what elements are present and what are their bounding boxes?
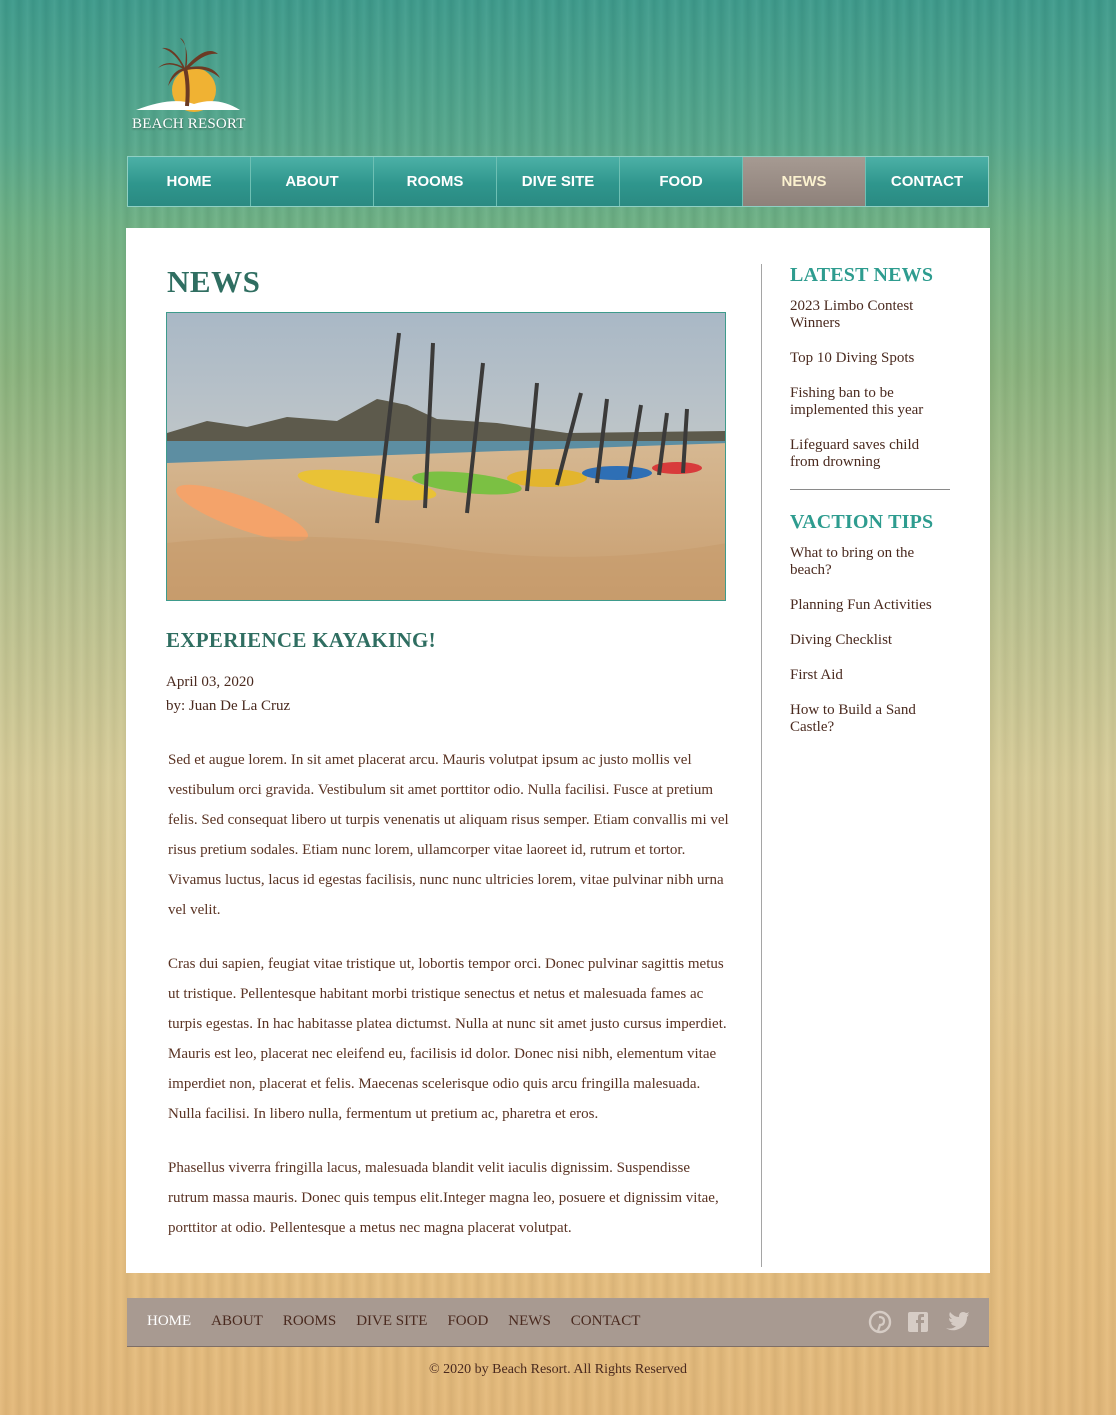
article-meta: April 03, 2020 by: Juan De La Cruz bbox=[166, 670, 290, 718]
page-title: NEWS bbox=[167, 264, 261, 299]
article-image-kayaks bbox=[166, 312, 726, 601]
footer-nav: HOME ABOUT ROOMS DIVE SITE FOOD NEWS CON… bbox=[147, 1313, 640, 1330]
sidebar: LATEST NEWS 2023 Limbo Contest Winners T… bbox=[790, 264, 950, 754]
nav-item-food[interactable]: FOOD bbox=[620, 157, 743, 206]
nav-item-about[interactable]: ABOUT bbox=[251, 157, 374, 206]
social-links bbox=[868, 1310, 969, 1334]
content-panel: NEWS EXPERIENCE KAYAKING! April 03, 2020… bbox=[126, 228, 990, 1273]
nav-item-rooms[interactable]: ROOMS bbox=[374, 157, 497, 206]
latest-news-link[interactable]: Fishing ban to be implemented this year bbox=[790, 385, 950, 419]
article-paragraph: Cras dui sapien, feugiat vitae tristique… bbox=[168, 956, 727, 1122]
article-date: April 03, 2020 bbox=[166, 674, 254, 690]
article-paragraph: Sed et augue lorem. In sit amet placerat… bbox=[168, 752, 729, 918]
pinterest-icon[interactable] bbox=[868, 1310, 892, 1334]
latest-news-link[interactable]: Lifeguard saves child from drowning bbox=[790, 437, 950, 471]
nav-item-home[interactable]: HOME bbox=[128, 157, 251, 206]
article-author: by: Juan De La Cruz bbox=[166, 698, 291, 714]
logo-text: BEACH RESORT bbox=[132, 116, 246, 132]
vacation-tips-heading: VACTION TIPS bbox=[790, 511, 934, 533]
footer-bar: HOME ABOUT ROOMS DIVE SITE FOOD NEWS CON… bbox=[127, 1298, 989, 1347]
article-title: EXPERIENCE KAYAKING! bbox=[166, 628, 436, 652]
footer-link-dive-site[interactable]: DIVE SITE bbox=[356, 1313, 427, 1330]
palm-tree-sun-icon bbox=[136, 38, 240, 112]
vacation-tip-link[interactable]: Planning Fun Activities bbox=[790, 597, 950, 614]
sidebar-separator bbox=[790, 489, 950, 490]
latest-news-list: 2023 Limbo Contest Winners Top 10 Diving… bbox=[790, 298, 950, 471]
footer-link-home[interactable]: HOME bbox=[147, 1313, 191, 1330]
footer-link-rooms[interactable]: ROOMS bbox=[283, 1313, 336, 1330]
latest-news-link[interactable]: Top 10 Diving Spots bbox=[790, 350, 950, 367]
facebook-icon[interactable] bbox=[906, 1310, 930, 1334]
main-nav: HOME ABOUT ROOMS DIVE SITE FOOD NEWS CON… bbox=[127, 156, 989, 207]
column-divider bbox=[761, 264, 762, 1267]
footer-link-contact[interactable]: CONTACT bbox=[571, 1313, 641, 1330]
vacation-tips-list: What to bring on the beach? Planning Fun… bbox=[790, 545, 950, 736]
vacation-tip-link[interactable]: Diving Checklist bbox=[790, 632, 950, 649]
twitter-icon[interactable] bbox=[944, 1310, 969, 1334]
nav-item-news[interactable]: NEWS bbox=[743, 157, 866, 206]
vacation-tip-link[interactable]: How to Build a Sand Castle? bbox=[790, 702, 950, 736]
footer-link-about[interactable]: ABOUT bbox=[211, 1313, 263, 1330]
article-body: Sed et augue lorem. In sit amet placerat… bbox=[168, 745, 734, 1267]
latest-news-heading: LATEST NEWS bbox=[790, 264, 934, 286]
latest-news-link[interactable]: 2023 Limbo Contest Winners bbox=[790, 298, 950, 332]
copyright: © 2020 by Beach Resort. All Rights Reser… bbox=[429, 1362, 687, 1377]
nav-item-contact[interactable]: CONTACT bbox=[866, 157, 988, 206]
footer-link-news[interactable]: NEWS bbox=[508, 1313, 551, 1330]
article-paragraph: Phasellus viverra fringilla lacus, males… bbox=[168, 1160, 719, 1236]
logo[interactable]: BEACH RESORT bbox=[128, 34, 246, 134]
vacation-tip-link[interactable]: What to bring on the beach? bbox=[790, 545, 950, 579]
footer-link-food[interactable]: FOOD bbox=[447, 1313, 488, 1330]
vacation-tip-link[interactable]: First Aid bbox=[790, 667, 950, 684]
nav-item-dive-site[interactable]: DIVE SITE bbox=[497, 157, 620, 206]
